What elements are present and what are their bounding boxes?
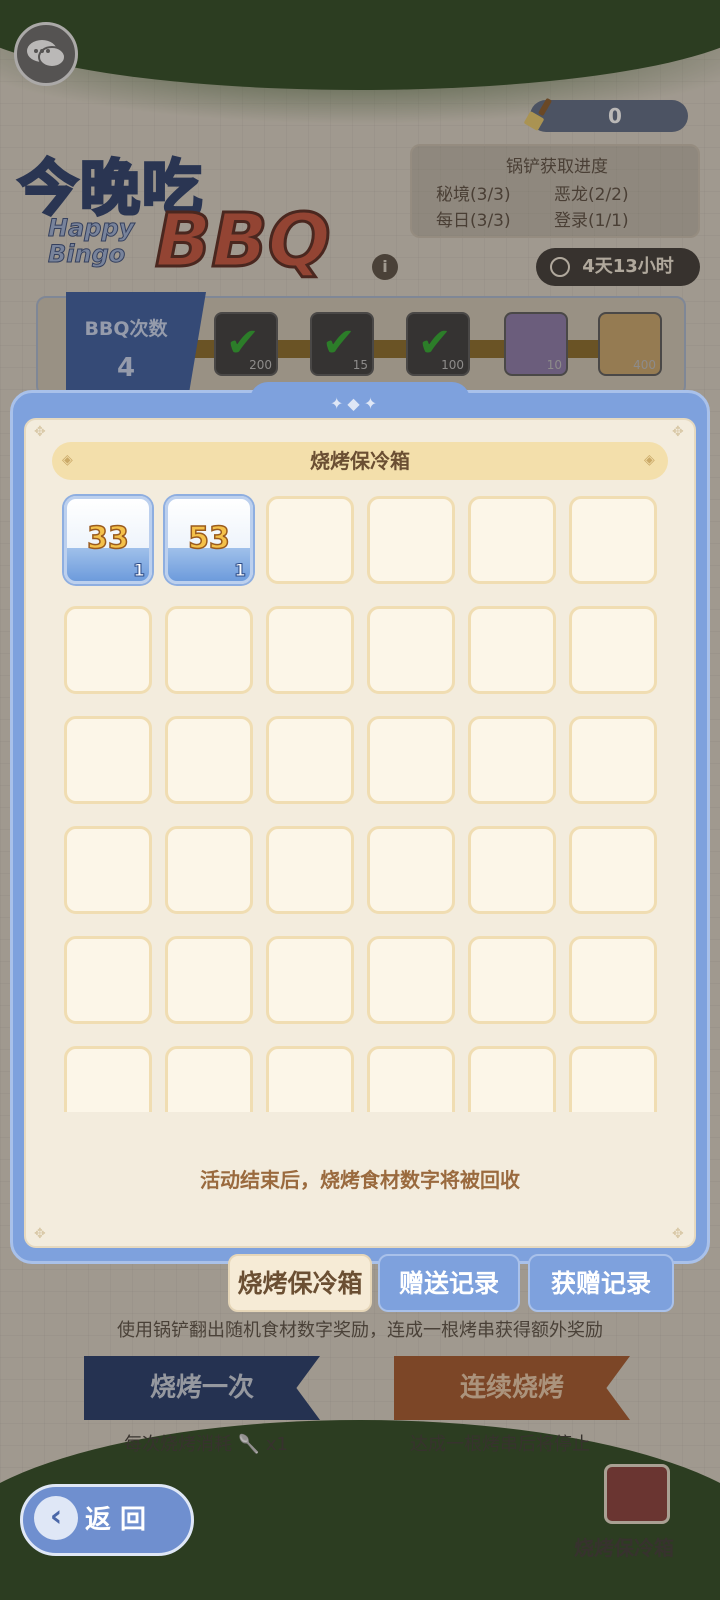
tab-receive-record[interactable]: 获赠记录 [528,1254,674,1312]
back-label: 返 回 [85,1505,147,1535]
ingredient-count: 1 [234,561,247,582]
sparkle-ornament-icon: ✦◆✦ [330,394,382,413]
empty-slot [569,496,657,584]
empty-slot [165,606,253,694]
corner-ornament-icon: ✥ [672,424,684,440]
empty-slot [266,826,354,914]
empty-slot [266,1046,354,1112]
ingredient-slot[interactable]: 33 1 [64,496,152,584]
tab-cooler[interactable]: 烧烤保冷箱 [228,1254,372,1312]
empty-slot [367,496,455,584]
empty-slot [367,826,455,914]
diamond-icon: ◈ [62,452,73,468]
corner-ornament-icon: ✥ [34,424,46,440]
recycle-notice: 活动结束后，烧烤食材数字将被回收 [200,1168,520,1192]
empty-slot [266,606,354,694]
empty-slot [569,716,657,804]
empty-slot [266,496,354,584]
empty-slot [165,936,253,1024]
corner-ornament-icon: ✥ [34,1226,46,1242]
chevron-left-icon: ‹ [34,1496,78,1540]
empty-slot [165,826,253,914]
empty-slot [64,716,152,804]
ingredient-count: 1 [133,561,146,582]
empty-slot [367,606,455,694]
empty-slot [266,936,354,1024]
empty-slot [468,716,556,804]
empty-slot [64,936,152,1024]
empty-slot [165,716,253,804]
empty-slot [569,1046,657,1112]
empty-slot [468,496,556,584]
empty-slot [64,826,152,914]
empty-slot [367,1046,455,1112]
empty-slot [468,936,556,1024]
empty-slot [569,606,657,694]
ingredient-number: 53 [187,520,230,557]
diamond-icon: ◈ [644,452,655,468]
ingredient-number: 33 [86,520,129,557]
empty-slot [468,1046,556,1112]
empty-slot [64,606,152,694]
empty-slot [165,1046,253,1112]
ingredient-slot[interactable]: 53 1 [165,496,253,584]
corner-ornament-icon: ✥ [672,1226,684,1242]
empty-slot [266,716,354,804]
empty-slot [468,826,556,914]
empty-slot [468,606,556,694]
cooler-grid-scroll[interactable]: 33 1 53 1 [60,492,660,1112]
modal-title: 烧烤保冷箱 [52,442,668,480]
empty-slot [367,716,455,804]
empty-slot [569,936,657,1024]
empty-slot [569,826,657,914]
cooler-grid: 33 1 53 1 [60,492,660,1112]
empty-slot [64,1046,152,1112]
empty-slot [367,936,455,1024]
tab-gift-record[interactable]: 赠送记录 [378,1254,520,1312]
